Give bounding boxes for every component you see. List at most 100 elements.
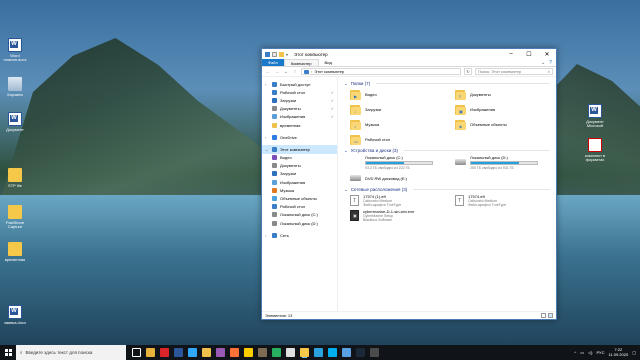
desktop-icon-item[interactable]: Корзина (0, 77, 30, 97)
tab-computer[interactable]: Компьютер (283, 59, 319, 66)
photoshop-icon[interactable] (188, 348, 197, 357)
nav-item[interactable]: Музыка (262, 186, 337, 194)
forward-icon[interactable]: → (274, 69, 280, 75)
opera-icon[interactable] (160, 348, 169, 357)
nav-item[interactable]: временная (262, 121, 337, 129)
nav-item[interactable]: Локальный диск (C:) (262, 211, 337, 219)
nav-item[interactable]: › OneDrive (262, 133, 337, 141)
nav-item[interactable]: Загрузки ✓ (262, 96, 337, 104)
chevron-down-icon[interactable]: ⌄ (344, 81, 348, 87)
tab-file[interactable]: Файл (262, 59, 284, 66)
nav-item[interactable]: Изображения (262, 178, 337, 186)
folder-item[interactable]: ♪ Музыка (350, 117, 445, 132)
address-field[interactable]: › Этот компьютер (301, 68, 461, 75)
drive-item[interactable]: DVD RW дисковод (E:) (350, 170, 445, 186)
chevron-right-icon[interactable]: › (265, 135, 269, 140)
close-button[interactable]: ✕ (538, 49, 556, 59)
taskbar-search-input[interactable]: ⌕ Введите здесь текст для поиска (16, 345, 126, 360)
start-button[interactable] (0, 345, 16, 360)
breadcrumb[interactable]: Этот компьютер (314, 69, 344, 74)
task-view-icon[interactable] (132, 348, 141, 357)
folder-item[interactable]: ↓ Загрузки (350, 102, 445, 117)
nav-item[interactable]: Локальный диск (D:) (262, 219, 337, 227)
obs-icon[interactable] (370, 348, 379, 357)
firefox-icon[interactable] (230, 348, 239, 357)
3d-objects-icon (272, 196, 277, 202)
tray-chevron-up-icon[interactable]: ^ (574, 350, 576, 355)
chevron-down-icon[interactable]: ▾ (286, 52, 288, 57)
nav-item[interactable]: Изображения ✓ (262, 113, 337, 121)
telegram-icon[interactable] (314, 348, 323, 357)
folder-item[interactable]: ◈ Объемные объекты (455, 117, 550, 132)
desktop-icon-item[interactable]: заявка.docx (0, 305, 30, 325)
photos-icon[interactable] (342, 348, 351, 357)
network-tray-icon[interactable]: ▭ (580, 350, 584, 355)
chevron-down-icon[interactable]: ⌄ (344, 148, 348, 154)
desktop-icon-item[interactable]: FastStone Capture (0, 205, 30, 230)
folder-item[interactable]: ▶ Видео (350, 87, 445, 102)
drive-item[interactable]: Локальный диск (D:) 250 ГБ свободно из 93… (455, 154, 550, 170)
media-icon[interactable] (216, 348, 225, 357)
folder-item[interactable]: ▣ Изображения (455, 102, 550, 117)
desktop-icon-item[interactable]: Документ (0, 112, 30, 132)
refresh-icon[interactable]: ↻ (464, 68, 472, 75)
tiles-view-icon[interactable] (548, 313, 553, 318)
minimize-button[interactable]: – (502, 49, 520, 59)
desktop-icon-item[interactable]: комплект в форматах (580, 138, 610, 163)
word-app-icon[interactable] (174, 348, 183, 357)
up-icon[interactable]: ↑ (292, 69, 298, 75)
network-item-line3: Blackbox Software (363, 218, 392, 222)
desktop-icon-item[interactable]: временная (0, 242, 30, 262)
nav-item[interactable]: Документы (262, 162, 337, 170)
explorer-icon[interactable] (300, 348, 309, 357)
properties-icon[interactable] (272, 51, 277, 57)
nav-item[interactable]: › Сеть (262, 231, 337, 239)
desktop-icon-item[interactable]: STP file (0, 168, 30, 188)
title-bar[interactable]: ▾ Этот компьютер – ☐ ✕ (262, 49, 556, 59)
section-network[interactable]: ⌄ Сетевые расположения (3) (344, 186, 550, 193)
chevron-right-icon[interactable]: › (265, 233, 269, 238)
chevron-right-icon[interactable]: ⌄ (265, 147, 269, 152)
language-indicator[interactable]: РУС (596, 350, 604, 355)
notifications-icon[interactable]: ▢ (632, 350, 636, 355)
skype-icon[interactable] (328, 348, 337, 357)
network-item[interactable]: 17574 (1).eftCalisonbo MediumФайл шрифта… (350, 193, 445, 208)
yandex-icon[interactable] (244, 348, 253, 357)
nav-item[interactable]: Рабочий стол (262, 203, 337, 211)
network-item[interactable]: 17574.eftCalisonbo MediumФайл шрифта Tru… (455, 193, 550, 208)
chevron-down-icon[interactable]: ⌄ (344, 187, 348, 193)
nav-item[interactable]: › Быстрый доступ (262, 80, 337, 88)
nav-item[interactable]: Документы ✓ (262, 105, 337, 113)
nav-item[interactable]: Видео (262, 154, 337, 162)
search-input[interactable]: Поиск: Этот компьютер ⌕ (475, 68, 553, 75)
desktop-icon-item[interactable]: Word планин.docx (0, 38, 30, 63)
chrome-icon[interactable] (146, 348, 155, 357)
greenshot-icon[interactable] (272, 348, 281, 357)
maximize-button[interactable]: ☐ (520, 49, 538, 59)
folder-item[interactable]: ▭ Рабочий стол (350, 132, 445, 147)
help-icon[interactable]: ? (549, 60, 552, 66)
nav-item[interactable]: ⌄ Этот компьютер (262, 145, 337, 154)
section-devices[interactable]: ⌄ Устройства и диски (3) (344, 147, 550, 154)
nav-item[interactable]: Рабочий стол ✓ (262, 88, 337, 96)
details-view-icon[interactable] (541, 313, 546, 318)
volume-icon[interactable]: ◁) (588, 350, 592, 355)
network-item[interactable]: cyberrnarine-D-1-sin-win.exeCyberMarine … (350, 208, 445, 223)
tab-view[interactable]: Вид (319, 59, 338, 66)
nav-item[interactable]: Загрузки (262, 170, 337, 178)
section-folders[interactable]: ⌄ Папки (7) (344, 80, 550, 87)
back-icon[interactable]: ← (265, 69, 271, 75)
calendar-icon[interactable] (286, 348, 295, 357)
files-icon[interactable] (202, 348, 211, 357)
recent-locations-icon[interactable]: ⌄ (283, 69, 289, 75)
folder-item[interactable]: ≡ Документы (455, 87, 550, 102)
new-folder-icon[interactable] (279, 51, 284, 57)
nav-item[interactable]: Объемные объекты (262, 194, 337, 202)
chevron-right-icon[interactable]: › (265, 82, 269, 87)
drive-item[interactable]: Локальный диск (C:) 93,3 ГБ свободно из 2… (350, 154, 445, 170)
archive-icon[interactable] (258, 348, 267, 357)
clock[interactable]: 7:22 11.09.2020 (608, 347, 628, 358)
steam-icon[interactable] (356, 348, 365, 357)
expand-ribbon-icon[interactable]: ⌄ (541, 60, 545, 66)
desktop-icon-item[interactable]: Документ Microsoft (580, 104, 610, 129)
